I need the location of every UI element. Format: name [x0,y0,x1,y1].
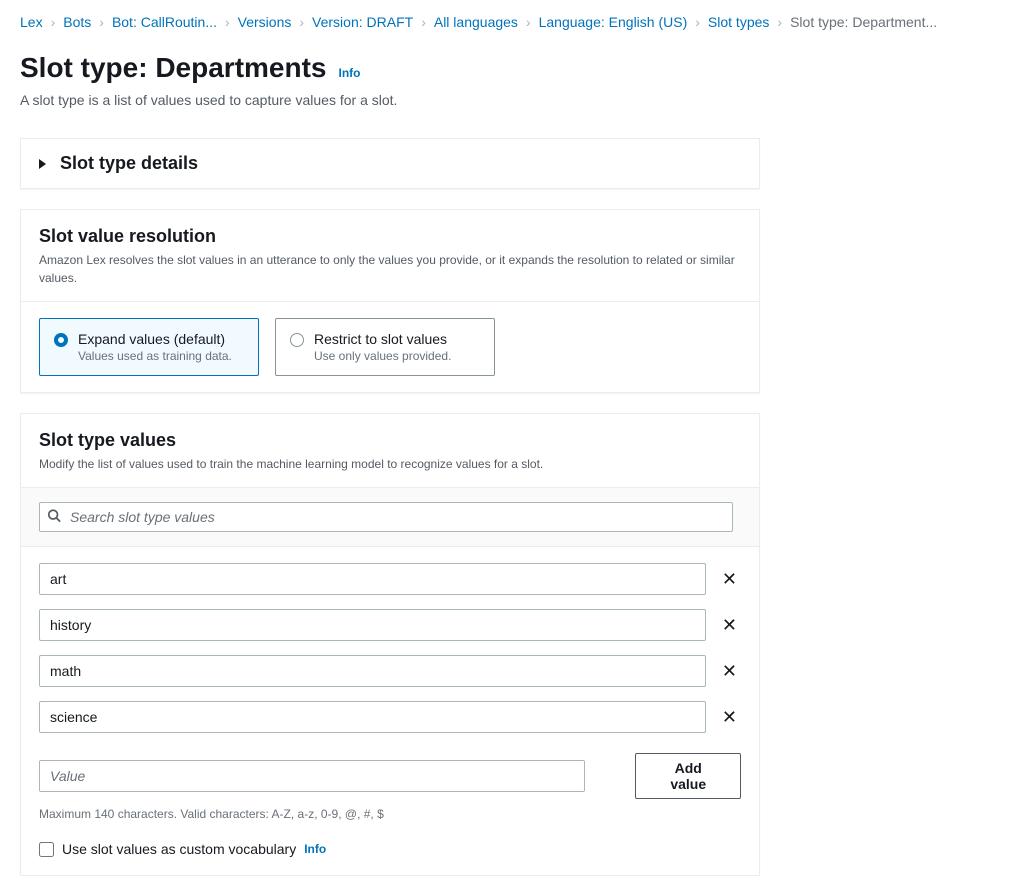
close-icon: ✕ [722,569,737,589]
info-link[interactable]: Info [304,842,326,856]
breadcrumb-link[interactable]: Versions [238,14,292,30]
chevron-right-icon: › [225,14,230,30]
panel-description: Amazon Lex resolves the slot values in a… [21,251,759,301]
chevron-right-icon: › [421,14,426,30]
radio-unselected-icon [290,333,304,347]
value-row: ✕ [39,563,741,595]
custom-vocab-checkbox[interactable] [39,842,54,857]
slot-type-details-panel: Slot type details [20,138,760,189]
remove-value-button[interactable]: ✕ [718,612,741,638]
panel-description: Modify the list of values used to train … [21,455,759,487]
panel-title: Slot value resolution [39,226,741,247]
chevron-right-icon: › [51,14,56,30]
remove-value-button[interactable]: ✕ [718,658,741,684]
value-input[interactable] [39,563,706,595]
breadcrumb-link[interactable]: Bots [63,14,91,30]
panel-title: Slot type values [39,430,741,451]
radio-sublabel: Use only values provided. [314,349,451,363]
disclosure-triangle-icon [39,159,46,169]
close-icon: ✕ [722,661,737,681]
breadcrumb-link[interactable]: Bot: CallRoutin... [112,14,217,30]
new-value-input[interactable] [39,760,585,792]
close-icon: ✕ [722,615,737,635]
resolution-option-expand[interactable]: Expand values (default) Values used as t… [39,318,259,376]
breadcrumb-link[interactable]: Version: DRAFT [312,14,413,30]
page-title: Slot type: Departments [20,52,327,84]
chevron-right-icon: › [777,14,782,30]
chevron-right-icon: › [526,14,531,30]
breadcrumb: Lex › Bots › Bot: CallRoutin... › Versio… [0,0,1024,44]
helper-text: Maximum 140 characters. Valid characters… [39,807,741,821]
value-row: ✕ [39,701,741,733]
breadcrumb-link[interactable]: Language: English (US) [539,14,688,30]
add-value-button[interactable]: Add value [635,753,741,799]
remove-value-button[interactable]: ✕ [718,566,741,592]
radio-sublabel: Values used as training data. [78,349,232,363]
radio-label: Restrict to slot values [314,331,451,347]
info-link[interactable]: Info [339,66,361,80]
search-input[interactable] [39,502,733,532]
radio-label: Expand values (default) [78,331,232,347]
custom-vocab-label: Use slot values as custom vocabulary [62,841,296,857]
value-row: ✕ [39,655,741,687]
chevron-right-icon: › [99,14,104,30]
radio-selected-icon [54,333,68,347]
page-subtitle: A slot type is a list of values used to … [20,92,1004,108]
remove-value-button[interactable]: ✕ [718,704,741,730]
panel-title: Slot type details [60,153,198,174]
slot-value-resolution-panel: Slot value resolution Amazon Lex resolve… [20,209,760,393]
chevron-right-icon: › [299,14,304,30]
close-icon: ✕ [722,707,737,727]
value-input[interactable] [39,609,706,641]
breadcrumb-link[interactable]: All languages [434,14,518,30]
slot-type-values-panel: Slot type values Modify the list of valu… [20,413,760,876]
value-input[interactable] [39,655,706,687]
resolution-option-restrict[interactable]: Restrict to slot values Use only values … [275,318,495,376]
chevron-right-icon: › [695,14,700,30]
value-input[interactable] [39,701,706,733]
breadcrumb-current: Slot type: Department... [790,14,937,30]
slot-type-details-toggle[interactable]: Slot type details [21,139,759,188]
value-row: ✕ [39,609,741,641]
breadcrumb-link[interactable]: Slot types [708,14,769,30]
breadcrumb-link[interactable]: Lex [20,14,43,30]
